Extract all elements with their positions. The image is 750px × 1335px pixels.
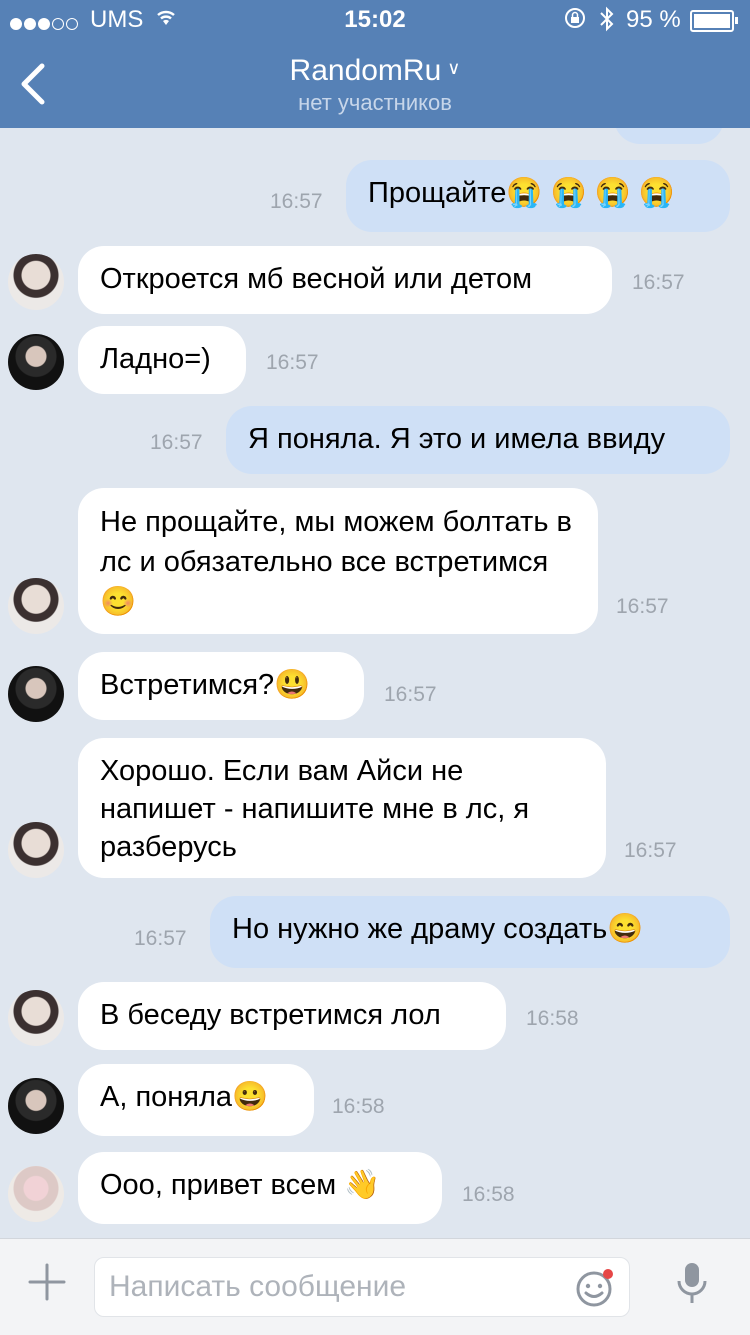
message-bubble-partial xyxy=(614,128,724,144)
battery-icon xyxy=(690,10,738,32)
message-bubble[interactable]: Но нужно же драму создать😄 xyxy=(210,896,730,968)
chat-title-area[interactable]: RandomRu ∨ нет участников xyxy=(0,54,750,116)
message-bubble[interactable]: Хорошо. Если вам Айси не напишет - напиш… xyxy=(78,738,606,878)
message-bubble[interactable]: Встретимся?😃 xyxy=(78,652,364,720)
attach-button[interactable] xyxy=(24,1259,70,1305)
message-time: 16:57 xyxy=(134,927,187,950)
message-time: 16:57 xyxy=(616,595,669,618)
nav-bar: RandomRu ∨ нет участников xyxy=(0,40,750,128)
message-list[interactable]: 16:57 Прощайте😭 😭 😭 😭 Откроется мб весно… xyxy=(0,128,750,1238)
battery-percent: 95 % xyxy=(626,6,681,33)
chevron-down-icon: ∨ xyxy=(447,58,461,78)
message-time: 16:57 xyxy=(624,839,677,862)
avatar[interactable] xyxy=(8,1166,64,1222)
message-bubble[interactable]: В беседу встретимся лол xyxy=(78,982,506,1050)
message-composer: Написать сообщение xyxy=(0,1238,750,1335)
chat-title: RandomRu xyxy=(289,54,442,87)
avatar[interactable] xyxy=(8,822,64,878)
message-input[interactable]: Написать сообщение xyxy=(94,1257,630,1317)
avatar[interactable] xyxy=(8,1078,64,1134)
message-time: 16:58 xyxy=(462,1183,515,1206)
status-bar: UMS 15:02 95 % xyxy=(0,0,750,40)
avatar[interactable] xyxy=(8,578,64,634)
message-bubble[interactable]: Ладно=) xyxy=(78,326,246,394)
avatar[interactable] xyxy=(8,666,64,722)
message-time: 16:57 xyxy=(150,431,203,454)
message-bubble[interactable]: А, поняла😀 xyxy=(78,1064,314,1136)
plus-icon xyxy=(28,1263,66,1301)
message-time: 16:57 xyxy=(270,190,323,213)
message-time: 16:57 xyxy=(266,351,319,374)
message-time: 16:58 xyxy=(332,1095,385,1118)
rotation-lock-icon xyxy=(563,6,587,37)
message-bubble[interactable]: Откроется мб весной или детом xyxy=(78,246,612,314)
avatar[interactable] xyxy=(8,254,64,310)
message-bubble[interactable]: Прощайте😭 😭 😭 😭 xyxy=(346,160,730,232)
emoji-button[interactable] xyxy=(575,1268,615,1308)
smile-icon xyxy=(576,1269,613,1307)
message-time: 16:57 xyxy=(632,271,685,294)
message-bubble[interactable]: Ооо, привет всем 👋 xyxy=(78,1152,442,1224)
message-input-placeholder: Написать сообщение xyxy=(109,1270,407,1303)
bluetooth-icon xyxy=(598,6,616,39)
message-bubble[interactable]: Я поняла. Я это и имела ввиду xyxy=(226,406,730,474)
message-time: 16:58 xyxy=(526,1007,579,1030)
chat-subtitle: нет участников xyxy=(298,90,452,115)
message-bubble[interactable]: Не прощайте, мы можем болтать в лс и обя… xyxy=(78,488,598,634)
message-time: 16:57 xyxy=(384,683,437,706)
avatar[interactable] xyxy=(8,334,64,390)
voice-message-button[interactable] xyxy=(672,1257,712,1309)
avatar[interactable] xyxy=(8,990,64,1046)
microphone-icon xyxy=(677,1263,707,1303)
